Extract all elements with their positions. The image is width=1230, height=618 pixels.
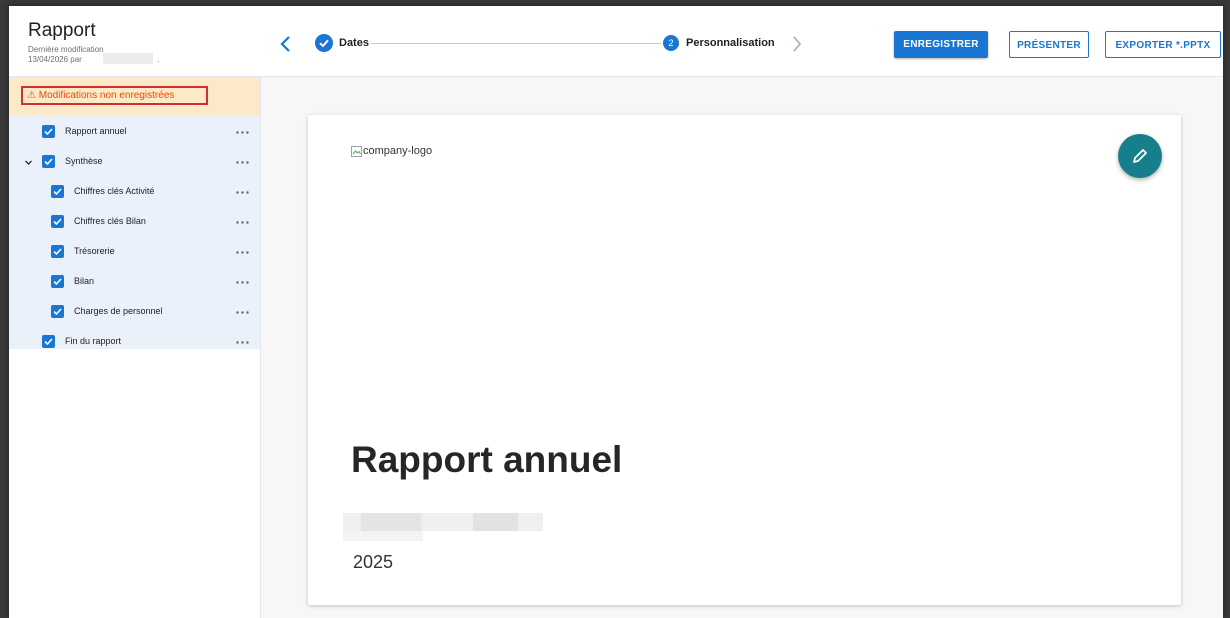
broken-image-icon [351,146,362,157]
checkbox[interactable] [42,125,55,138]
logo-alt-text: company-logo [363,145,433,157]
forward-button[interactable] [789,34,805,54]
pencil-icon [1133,149,1147,163]
tree-item-label: Fin du rapport [65,336,122,346]
more-horizontal-icon[interactable] [236,341,249,344]
checkbox-checked-icon [53,278,62,286]
redacted-author [103,53,153,64]
checkbox-checked-icon [44,128,53,136]
more-horizontal-icon[interactable] [236,281,249,284]
more-horizontal-icon[interactable] [236,311,249,314]
slide-year: 2025 [353,552,394,572]
export-pptx-button[interactable]: EXPORTER *.PPTX [1105,31,1221,58]
slide-preview: company-logo Rapport annuel 2025 [308,115,1181,605]
app-window: Rapport Dernière modification 13/04/2026… [9,6,1223,618]
checkbox-checked-icon [44,158,53,166]
checkbox[interactable] [42,335,55,348]
redacted-subtitle [343,531,423,541]
tree-item-fin-du-rapport[interactable]: Fin du rapport [9,327,260,357]
chevron-down-icon[interactable] [24,158,33,167]
checkbox-checked-icon [44,338,53,346]
step-personnalisation-label[interactable]: Personnalisation [686,37,775,49]
tree-item-label: Bilan [74,276,95,286]
chevron-left-icon [280,36,290,52]
checkbox-checked-icon [53,218,62,226]
tree-item-label: Synthèse [65,156,103,166]
last-modified-value: 13/04/2026 par [28,55,82,64]
tree-item-label: Charges de personnel [74,306,163,316]
sidebar: ⚠ Modifications non enregistrées Rapport… [9,77,261,618]
present-button[interactable]: PRÉSENTER [1009,31,1089,58]
tree-item-synthese[interactable]: Synthèse [9,147,260,177]
slide-title: Rapport annuel [351,439,623,480]
main-preview-area: company-logo Rapport annuel 2025 [261,77,1223,618]
more-horizontal-icon[interactable] [236,221,249,224]
back-button[interactable] [277,34,295,54]
step-dates-label[interactable]: Dates [339,37,369,49]
checkbox[interactable] [51,305,64,318]
tree-item-label: Chiffres clés Activité [74,186,155,196]
redaction-block [361,513,421,531]
stepper-connector [371,43,661,44]
edit-button[interactable] [1118,134,1162,178]
tree-item-tresorerie[interactable]: Trésorerie [9,237,260,267]
section-tree: Rapport annuel Synthèse Chiffres clés Ac… [9,115,260,349]
redacted-company-name [343,513,543,531]
more-horizontal-icon[interactable] [236,131,249,134]
more-horizontal-icon[interactable] [236,161,249,164]
tree-item-label: Rapport annuel [65,126,127,136]
check-icon [319,39,329,48]
unsaved-warning-text: Modifications non enregistrées [38,90,175,101]
tree-item-chiffres-cles-activite[interactable]: Chiffres clés Activité [9,177,260,207]
more-horizontal-icon[interactable] [236,191,249,194]
last-modified-trailing-dot: . [157,55,160,64]
last-modified-label: Dernière modification [28,45,104,54]
tree-item-rapport-annuel[interactable]: Rapport annuel [9,117,260,147]
save-button[interactable]: ENREGISTRER [894,31,988,58]
step-personnalisation-number: 2 [663,35,679,51]
more-horizontal-icon[interactable] [236,251,249,254]
redaction-block [473,513,518,531]
header: Rapport Dernière modification 13/04/2026… [9,6,1223,77]
checkbox-checked-icon [53,248,62,256]
warning-icon: ⚠ [27,90,36,101]
tree-item-label: Chiffres clés Bilan [74,216,146,226]
tree-item-charges-de-personnel[interactable]: Charges de personnel [9,297,260,327]
checkbox[interactable] [51,245,64,258]
tree-item-chiffres-cles-bilan[interactable]: Chiffres clés Bilan [9,207,260,237]
tree-item-label: Trésorerie [74,246,115,256]
unsaved-warning-highlight: ⚠ Modifications non enregistrées [21,86,208,105]
chevron-right-icon [793,36,802,52]
step-dates-done-indicator [315,34,333,52]
page-title: Rapport [28,20,96,41]
checkbox[interactable] [42,155,55,168]
checkbox[interactable] [51,215,64,228]
unsaved-warning-banner: ⚠ Modifications non enregistrées [9,77,260,115]
checkbox[interactable] [51,185,64,198]
checkbox-checked-icon [53,308,62,316]
checkbox-checked-icon [53,188,62,196]
unsaved-warning-message: ⚠ Modifications non enregistrées [27,90,174,101]
tree-item-bilan[interactable]: Bilan [9,267,260,297]
checkbox[interactable] [51,275,64,288]
